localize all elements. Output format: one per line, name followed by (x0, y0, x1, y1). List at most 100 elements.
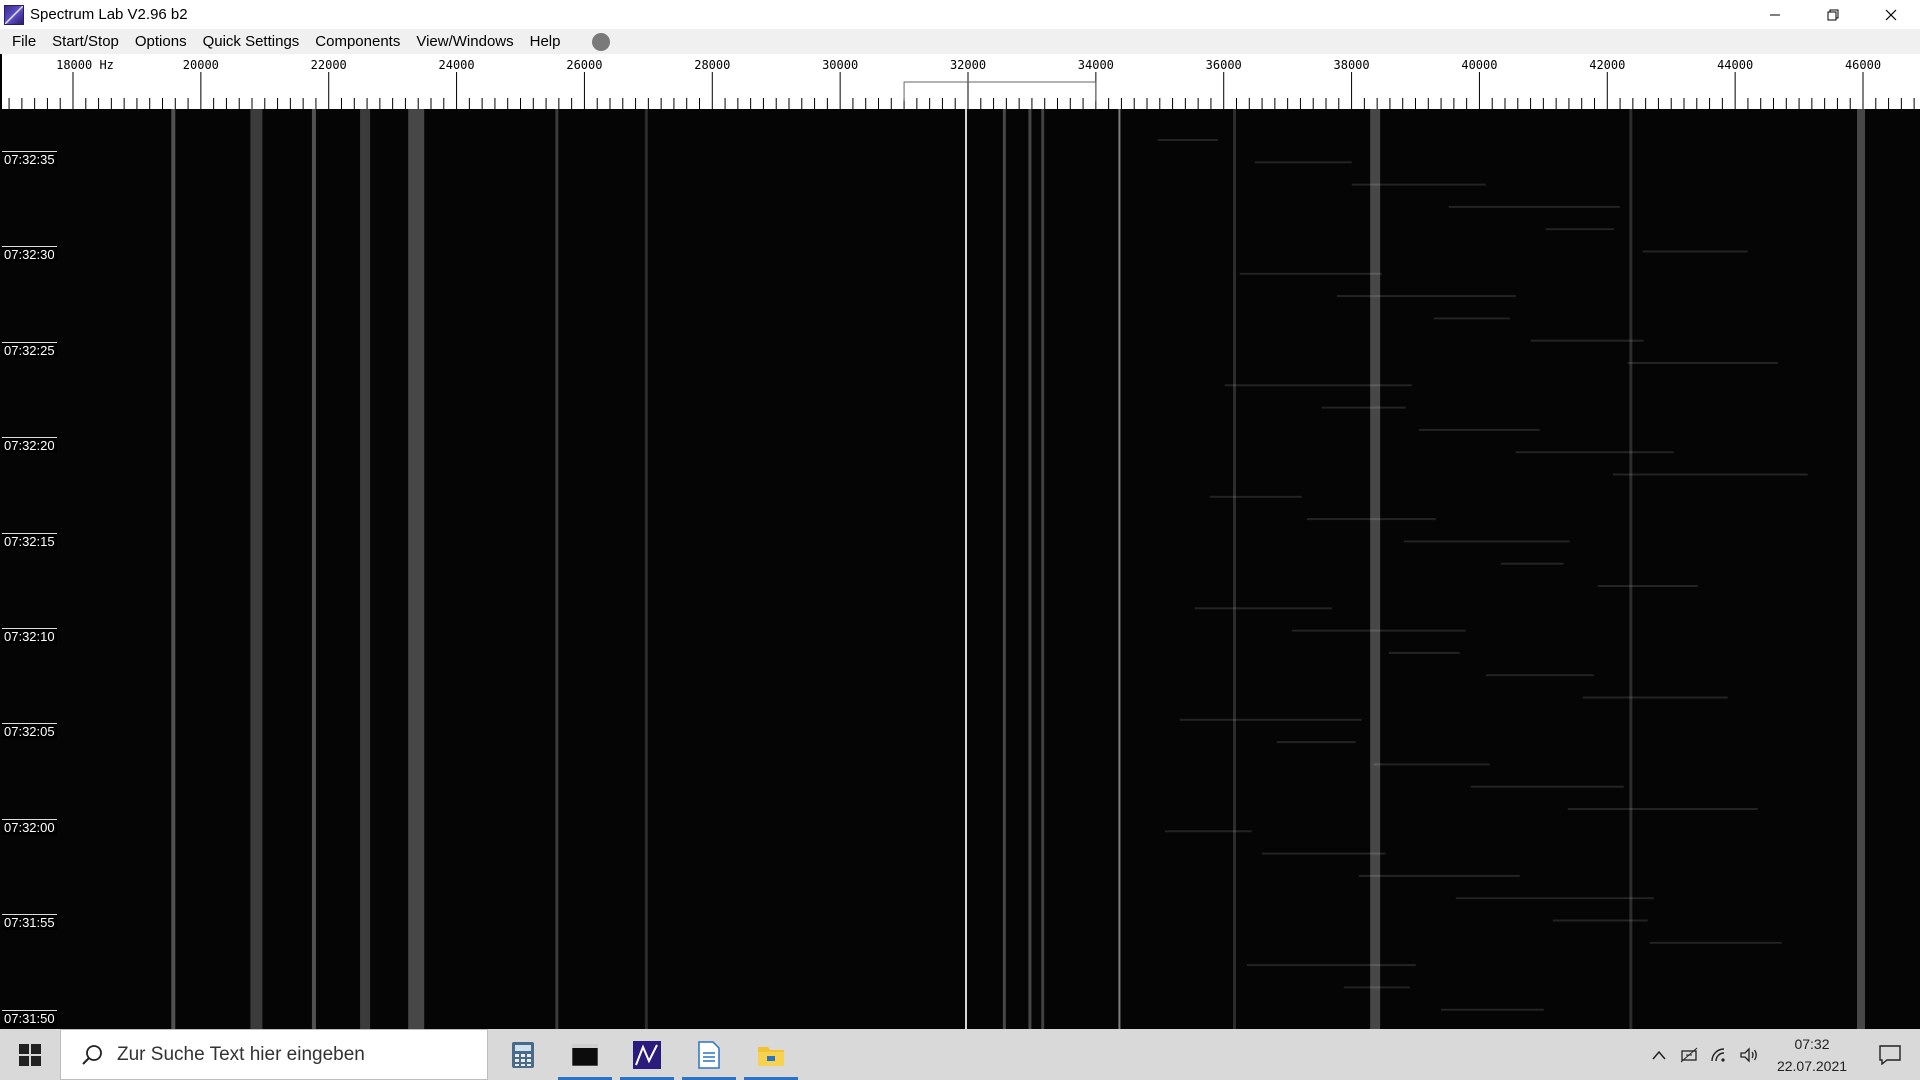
taskbar-search[interactable]: Zur Suche Text hier eingeben (60, 1029, 488, 1080)
wifi-icon[interactable] (1704, 1029, 1734, 1080)
calculator-app-button[interactable] (492, 1029, 554, 1080)
noise-burst (1306, 518, 1436, 521)
clock-time: 07:32 (1794, 1035, 1830, 1052)
time-label: 07:31:50 (2, 1009, 57, 1026)
menu-view-windows-label: View/Windows (416, 33, 514, 50)
noise-burst (1291, 629, 1466, 632)
noise-burst (1246, 964, 1416, 967)
signal-line (171, 109, 176, 1029)
frequency-scale[interactable]: 18000 Hz 20000 22000 24000 26000 28000 30000 32… (0, 54, 1920, 109)
menu-options[interactable]: Options (127, 33, 195, 50)
terminal-app-button[interactable] (554, 1029, 616, 1080)
freq-label: 26000 (566, 58, 603, 72)
noise-burst (1276, 741, 1356, 744)
menu-quick-settings[interactable]: Quick Settings (195, 33, 308, 50)
menu-components-label: Components (315, 33, 401, 50)
window-controls (1746, 0, 1920, 29)
minimize-icon (1770, 14, 1780, 15)
noise-burst (1254, 161, 1352, 164)
minimize-button[interactable] (1746, 0, 1804, 29)
noise-burst (1597, 585, 1698, 587)
menu-components[interactable]: Components (307, 33, 408, 50)
freq-label: 40000 (1461, 58, 1498, 72)
time-label: 07:32:05 (2, 723, 57, 740)
signal-line (408, 109, 425, 1029)
noise-burst (1418, 428, 1540, 431)
chevron-up-icon[interactable] (1644, 1029, 1674, 1080)
menu-file[interactable]: File (4, 33, 44, 50)
signal-line (360, 109, 371, 1029)
time-label: 07:31:55 (2, 914, 57, 931)
restore-button[interactable] (1804, 0, 1862, 29)
volume-icon[interactable] (1734, 1029, 1764, 1080)
time-label: 07:32:30 (2, 246, 57, 263)
noise-burst (1440, 1008, 1544, 1011)
noise-burst (1612, 473, 1808, 476)
time-label: 07:32:20 (2, 437, 57, 454)
spectrogram-waterfall[interactable]: 07:32:35 07:32:30 07:32:25 07:32:20 07:32:15… (0, 109, 1920, 1029)
signal-line (1857, 109, 1865, 1029)
menu-view-windows[interactable]: View/Windows (408, 33, 521, 50)
signal-line (1118, 109, 1121, 1029)
ethernet-icon[interactable] (1674, 1029, 1704, 1080)
calculator-icon (512, 1041, 534, 1068)
spectrum-lab-taskbar-icon (633, 1040, 661, 1069)
noise-burst (1321, 406, 1406, 409)
noise-burst (1552, 919, 1648, 922)
restore-icon (1827, 9, 1839, 20)
signal-line (1002, 109, 1006, 1029)
menu-help[interactable]: Help (522, 33, 569, 50)
noise-burst (1470, 785, 1624, 788)
freq-label: 22000 (310, 58, 347, 72)
time-label: 07:32:15 (2, 532, 57, 549)
menu-options-label: Options (134, 33, 187, 50)
noise-burst (1433, 317, 1510, 320)
noise-burst (1343, 986, 1410, 989)
noise-burst (1515, 451, 1674, 454)
window-title: Spectrum Lab V2.96 b2 (30, 6, 188, 23)
signal-line (1028, 109, 1032, 1029)
spectrum-lab-icon (4, 4, 24, 25)
menu-start-stop[interactable]: Start/Stop (44, 33, 127, 50)
signal-line (1370, 109, 1381, 1029)
noise-burst (1179, 718, 1362, 721)
signal-line (644, 109, 648, 1029)
menu-help-label: Help (529, 33, 561, 50)
noise-burst (1336, 295, 1516, 298)
frequency-marker-bracket (903, 81, 1097, 101)
noise-burst (1582, 696, 1728, 699)
start-button[interactable] (0, 1029, 60, 1080)
noise-burst (1485, 674, 1594, 677)
record-indicator-icon[interactable] (592, 32, 611, 51)
noise-burst (1649, 941, 1782, 944)
clock-date: 22.07.2021 (1776, 1057, 1848, 1074)
freq-label: 30000 (822, 58, 859, 72)
notification-button[interactable] (1860, 1029, 1920, 1080)
noise-burst (1157, 139, 1218, 141)
taskbar: Zur Suche Text hier eingeben 07:32 22.07… (0, 1029, 1920, 1080)
notification-icon (1879, 1044, 1901, 1065)
noise-burst (1239, 272, 1382, 275)
windows-logo-icon (19, 1043, 41, 1066)
noise-burst (1388, 651, 1460, 654)
signal-line (1041, 109, 1045, 1029)
file-explorer-app-button[interactable] (740, 1029, 802, 1080)
menu-start-stop-label: Start/Stop (52, 33, 119, 50)
noise-burst (1642, 250, 1748, 253)
noise-burst (1209, 495, 1302, 498)
menu-bar: File Start/Stop Options Quick Settings C… (0, 29, 1920, 54)
close-button[interactable] (1862, 0, 1920, 29)
noise-burst (1545, 228, 1614, 231)
noise-burst (1194, 607, 1332, 610)
freq-label: 20000 (182, 58, 219, 72)
terminal-icon (572, 1043, 598, 1066)
noise-burst (1403, 540, 1570, 543)
noise-burst (1358, 874, 1520, 877)
signal-line (311, 109, 316, 1029)
spectrum-lab-app-button[interactable] (616, 1029, 678, 1080)
document-icon (698, 1040, 720, 1069)
time-label: 07:32:10 (2, 628, 57, 644)
taskbar-clock[interactable]: 07:32 22.07.2021 (1764, 1033, 1860, 1077)
document-app-button[interactable] (678, 1029, 740, 1080)
title-bar: Spectrum Lab V2.96 b2 (0, 0, 1920, 29)
